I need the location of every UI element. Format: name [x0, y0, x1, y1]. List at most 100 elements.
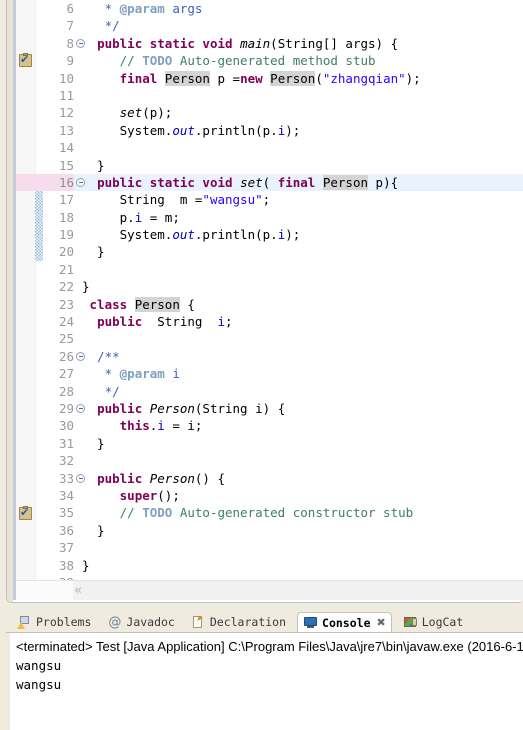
code-line[interactable]: 8 public static void main(String[] args)…	[16, 35, 523, 52]
code-line[interactable]: 31 }	[16, 435, 523, 452]
code-line-text: // TODO Auto-generated constructor stub	[119, 505, 414, 521]
console-view[interactable]: <terminated> Test [Java Application] C:\…	[6, 632, 523, 730]
code-line-text: public static void main(String[] args) {	[97, 35, 399, 51]
code-line[interactable]: 22}	[16, 278, 523, 295]
editor-horizontal-scrollbar[interactable]: «	[16, 580, 523, 600]
code-line-text: * @param i	[82, 366, 180, 382]
tab-problems[interactable]: Problems	[12, 612, 96, 632]
code-line[interactable]: 12 set(p);	[16, 104, 523, 121]
code-line-text: }	[82, 435, 105, 451]
code-line[interactable]: 14	[16, 139, 523, 156]
line-number: 27	[58, 366, 74, 382]
tab-label: Console	[322, 615, 371, 630]
code-line[interactable]: 36 }	[16, 522, 523, 539]
code-line[interactable]: 20 }	[16, 243, 523, 260]
code-line[interactable]: 18 p.i = m;	[16, 209, 523, 226]
code-line[interactable]: 10 final Person p =new Person("zhangqian…	[16, 70, 523, 87]
code-line[interactable]: 27 * @param i	[16, 365, 523, 382]
code-line[interactable]: 25	[16, 330, 523, 347]
code-line[interactable]: 35 // TODO Auto-generated constructor st…	[16, 504, 523, 521]
tab-label: Declaration	[209, 615, 287, 629]
line-number: 17	[58, 192, 74, 208]
code-line-text: p.i = m;	[82, 209, 180, 225]
code-line[interactable]: 26 /**	[16, 348, 523, 365]
code-line-text: String m ="wangsu";	[82, 192, 271, 208]
code-line-text: super();	[119, 487, 180, 503]
view-tab-bar[interactable]: Problems @ Javadoc Declaration Console ✖ LogCa…	[6, 610, 523, 632]
code-line[interactable]: 38}	[16, 557, 523, 574]
code-line-text: class Person {	[89, 296, 195, 312]
line-number: 8	[66, 35, 74, 51]
code-line-text: set(p);	[119, 105, 173, 121]
scroll-left-chevron-icon[interactable]: «	[74, 582, 82, 599]
tab-label: Javadoc	[126, 615, 175, 629]
code-line-text: public Person() {	[97, 470, 226, 486]
bottom-view-panel: Problems @ Javadoc Declaration Console ✖ LogCa…	[6, 610, 523, 730]
line-number: 9	[66, 53, 74, 69]
line-number: 38	[58, 557, 74, 573]
code-line-text: }	[82, 244, 105, 260]
problems-icon	[17, 615, 32, 630]
eclipse-ide-window: 6 * @param args7 */8 public static void …	[0, 0, 523, 730]
code-line[interactable]: 34 super();	[16, 487, 523, 504]
console-left-edge	[6, 633, 10, 730]
line-number: 6	[66, 1, 74, 16]
code-line-text: */	[82, 383, 120, 399]
code-line-text: }	[82, 157, 105, 173]
line-number: 25	[58, 331, 74, 347]
code-line[interactable]: 30 this.i = i;	[16, 417, 523, 434]
code-line-text: }	[82, 522, 105, 538]
code-line[interactable]: 13 System.out.println(p.i);	[16, 122, 523, 139]
console-launch-header: <terminated> Test [Java Application] C:\…	[16, 639, 523, 654]
code-line[interactable]: 15 }	[16, 157, 523, 174]
code-line[interactable]: 32	[16, 452, 523, 469]
line-number: 28	[58, 383, 74, 399]
code-line[interactable]: 17 String m ="wangsu";	[16, 191, 523, 208]
line-number: 15	[58, 157, 74, 173]
code-line[interactable]: 11	[16, 87, 523, 104]
declaration-icon	[191, 614, 206, 630]
code-line[interactable]: 19 System.out.println(p.i);	[16, 226, 523, 243]
line-number: 30	[58, 418, 74, 434]
code-line[interactable]: 24 public String i;	[16, 313, 523, 330]
code-line[interactable]: 7 */	[16, 17, 523, 34]
code-line[interactable]: 21	[16, 261, 523, 278]
code-line[interactable]: 37	[16, 539, 523, 556]
code-lines[interactable]: 6 * @param args 7 */8 public static void …	[16, 0, 523, 581]
tab-declaration[interactable]: Declaration	[186, 612, 291, 632]
console-output: <terminated> Test [Java Application] C:\…	[16, 637, 523, 694]
close-icon[interactable]: ✖	[377, 616, 386, 629]
console-output-line: wangsu	[16, 677, 62, 692]
line-number: 14	[58, 140, 74, 156]
scrollbar-corner	[16, 581, 73, 600]
line-number: 22	[58, 279, 74, 295]
tab-javadoc[interactable]: @ Javadoc	[102, 612, 179, 632]
tab-console[interactable]: Console ✖	[297, 612, 392, 632]
line-number: 16	[16, 173, 74, 192]
code-line[interactable]: 6 * @param args	[16, 0, 523, 17]
console-output-line: wangsu	[16, 658, 62, 673]
line-number: 31	[58, 435, 74, 451]
code-line[interactable]: 28 */	[16, 383, 523, 400]
code-line[interactable]: 33 public Person() {	[16, 470, 523, 487]
tab-logcat[interactable]: LogCat	[398, 612, 469, 632]
logcat-icon	[403, 615, 418, 630]
line-number: 36	[58, 522, 74, 538]
line-number: 13	[58, 122, 74, 138]
line-number: 34	[58, 487, 74, 503]
line-number: 11	[58, 87, 74, 103]
code-area[interactable]: 6 * @param args7 */8 public static void …	[16, 0, 523, 581]
code-line[interactable]: 16 public static void set( final Person …	[16, 173, 523, 192]
line-number: 24	[58, 314, 74, 330]
code-line-text: System.out.println(p.i);	[82, 227, 301, 243]
line-number: 32	[58, 453, 74, 469]
code-line-text: System.out.println(p.i);	[82, 122, 301, 138]
code-line[interactable]: 23 class Person {	[16, 296, 523, 313]
code-line[interactable]: 29 public Person(String i) {	[16, 400, 523, 417]
line-number: 10	[58, 70, 74, 86]
editor-panel: 6 * @param args7 */8 public static void …	[6, 0, 523, 603]
code-line-text: this.i = i;	[119, 418, 203, 434]
code-line-text: }	[82, 279, 90, 295]
code-line-text: final Person p =new Person("zhangqian");	[119, 70, 421, 86]
code-line[interactable]: 9 // TODO Auto-generated method stub	[16, 52, 523, 69]
